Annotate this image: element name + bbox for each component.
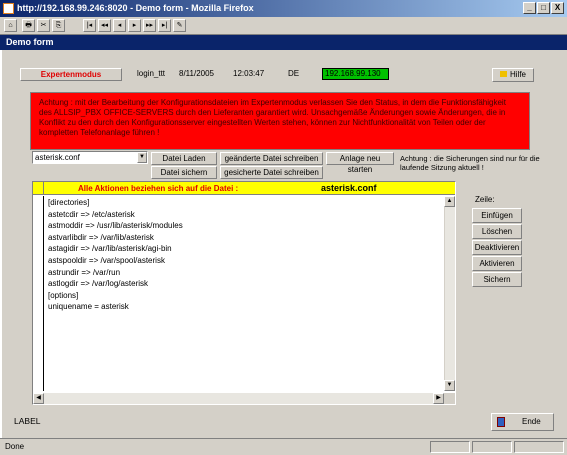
editor-line[interactable]: astrundir => /var/run bbox=[48, 267, 438, 279]
cut-icon[interactable]: ✂ bbox=[37, 19, 50, 32]
form-content: Expertenmodus login_ttt 8/11/2005 12:03:… bbox=[0, 50, 567, 438]
footer-label: LABEL bbox=[14, 416, 41, 426]
prev-record-icon[interactable]: ◂ bbox=[113, 19, 126, 32]
scroll-down-icon[interactable]: ▼ bbox=[444, 380, 455, 391]
write-changed-file-button[interactable]: geänderte Datei schreiben bbox=[220, 152, 323, 165]
vertical-scrollbar[interactable]: ▲ ▼ bbox=[444, 196, 455, 391]
form-toolbar: ⌂ 🖶 ✂ ⎘ |◂ ◂◂ ◂ ▸ ▸▸ ▸| ✎ bbox=[0, 17, 567, 35]
form-title: Demo form bbox=[6, 37, 54, 47]
home-icon[interactable]: ⌂ bbox=[4, 19, 17, 32]
edit-icon[interactable]: ✎ bbox=[173, 19, 186, 32]
load-file-button[interactable]: Datei Laden bbox=[151, 152, 217, 165]
close-button[interactable]: X bbox=[551, 2, 564, 14]
editor-header-file: asterisk.conf bbox=[321, 183, 377, 193]
editor-line[interactable]: astlogdir => /var/log/asterisk bbox=[48, 278, 438, 290]
insert-row-button[interactable]: Einfügen bbox=[472, 208, 522, 223]
activate-row-button[interactable]: Aktivieren bbox=[472, 256, 522, 271]
first-record-icon[interactable]: |◂ bbox=[83, 19, 96, 32]
next-page-icon[interactable]: ▸▸ bbox=[143, 19, 156, 32]
last-record-icon[interactable]: ▸| bbox=[158, 19, 171, 32]
save-row-button[interactable]: Sichern bbox=[472, 272, 522, 287]
end-button[interactable]: Ende bbox=[491, 413, 554, 431]
editor-gutter bbox=[33, 196, 44, 391]
editor-header-label: Alle Aktionen beziehen sich auf die Date… bbox=[78, 184, 239, 193]
horizontal-scrollbar[interactable]: ◀ ▶ bbox=[33, 393, 444, 404]
firefox-icon bbox=[3, 3, 14, 14]
print-icon[interactable]: 🖶 bbox=[22, 19, 35, 32]
status-text: Done bbox=[5, 442, 25, 451]
restart-system-button[interactable]: Anlage neu starten bbox=[326, 152, 394, 174]
maximize-button[interactable]: □ bbox=[537, 2, 550, 14]
minimize-button[interactable]: _ bbox=[523, 2, 536, 14]
ip-address-field: 192.168.99.130 bbox=[322, 68, 389, 80]
editor-header: Alle Aktionen beziehen sich auf die Date… bbox=[33, 182, 455, 195]
editor-line[interactable]: astvarlibdir => /var/lib/asterisk bbox=[48, 232, 438, 244]
help-label: Hilfe bbox=[509, 70, 526, 79]
scroll-up-icon[interactable]: ▲ bbox=[444, 196, 455, 207]
status-bar: Done bbox=[0, 438, 567, 455]
prev-page-icon[interactable]: ◂◂ bbox=[98, 19, 111, 32]
current-date: 8/11/2005 bbox=[179, 69, 214, 78]
deactivate-row-button[interactable]: Deaktivieren bbox=[472, 240, 522, 255]
help-icon bbox=[499, 71, 507, 77]
current-time: 12:03:47 bbox=[233, 69, 265, 78]
delete-row-button[interactable]: Löschen bbox=[472, 224, 522, 239]
expert-mode-button[interactable]: Expertenmodus bbox=[20, 68, 122, 81]
editor-line[interactable]: uniquename = asterisk bbox=[48, 301, 438, 313]
row-panel-title: Zeile: bbox=[475, 195, 495, 204]
editor-lines[interactable]: [directories] astetcdir => /etc/asterisk… bbox=[48, 197, 438, 313]
scroll-right-icon[interactable]: ▶ bbox=[433, 393, 444, 404]
form-titlebar: Demo form bbox=[0, 35, 567, 50]
help-button[interactable]: Hilfe bbox=[492, 68, 534, 82]
editor-line[interactable]: astetcdir => /etc/asterisk bbox=[48, 209, 438, 221]
language-code: DE bbox=[288, 69, 300, 78]
save-file-button[interactable]: Datei sichern bbox=[151, 166, 217, 179]
next-record-icon[interactable]: ▸ bbox=[128, 19, 141, 32]
chevron-down-icon[interactable]: ▼ bbox=[137, 152, 147, 163]
write-saved-file-button[interactable]: gesicherte Datei schreiben bbox=[220, 166, 323, 179]
window-title: http://192.168.99.246:8020 - Demo form -… bbox=[17, 3, 254, 13]
file-select-value: asterisk.conf bbox=[35, 153, 80, 162]
editor-line[interactable]: [directories] bbox=[48, 197, 438, 209]
editor-line[interactable]: astmoddir => /usr/lib/asterisk/modules bbox=[48, 220, 438, 232]
warning-box: Achtung : mit der Bearbeitung der Konfig… bbox=[30, 92, 530, 150]
user-name: login_ttt bbox=[137, 69, 166, 78]
editor-line[interactable]: [options] bbox=[48, 290, 438, 302]
config-editor: Alle Aktionen beziehen sich auf die Date… bbox=[32, 181, 456, 405]
backup-note: Achtung : die Sicherungen sind nur für d… bbox=[400, 154, 540, 172]
exit-door-icon bbox=[497, 417, 505, 427]
editor-line[interactable]: astspooldir => /var/spool/asterisk bbox=[48, 255, 438, 267]
end-label: Ende bbox=[522, 417, 541, 426]
window-titlebar: http://192.168.99.246:8020 - Demo form -… bbox=[0, 0, 567, 17]
copy-icon[interactable]: ⎘ bbox=[52, 19, 65, 32]
editor-line[interactable]: astagidir => /var/lib/asterisk/agi-bin bbox=[48, 243, 438, 255]
scroll-left-icon[interactable]: ◀ bbox=[33, 393, 44, 404]
file-select[interactable]: asterisk.conf ▼ bbox=[32, 151, 148, 164]
